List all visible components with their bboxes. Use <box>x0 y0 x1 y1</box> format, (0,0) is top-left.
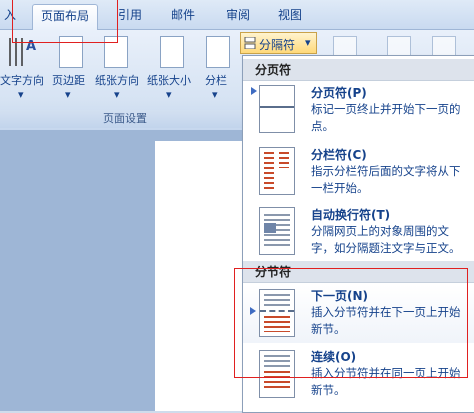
page-setup-group-label: 页面设置 <box>0 110 250 128</box>
column-break-title: 分栏符(C) <box>311 148 367 162</box>
page-break-desc: 标记一页终止并开始下一页的点。 <box>311 102 461 133</box>
text-wrapping-break-desc: 分隔网页上的对象周围的文字，如分隔题注文字与正文。 <box>311 224 461 255</box>
page-size-icon <box>160 36 184 68</box>
annotation-box-tab <box>12 0 118 43</box>
column-break-item[interactable]: 分栏符(C) 指示分栏符后面的文字将从下一栏开始。 <box>243 144 474 200</box>
page-size-button[interactable]: 纸张大小 <box>147 72 191 88</box>
breaks-icon <box>244 36 256 50</box>
text-direction-button[interactable]: 文字方向 <box>0 72 44 88</box>
text-wrapping-break-item[interactable]: 自动换行符(T) 分隔网页上的对象周围的文字，如分隔题注文字与正文。 <box>243 204 474 260</box>
chevron-down-icon: ▾ <box>114 88 120 101</box>
annotation-box-next-page <box>234 268 468 378</box>
chevron-down-icon: ▾ <box>65 88 71 101</box>
columns-icon <box>206 36 230 68</box>
page-breaks-header: 分页符 <box>243 59 474 81</box>
page-break-item[interactable]: 分页符(P) 标记一页终止并开始下一页的点。 <box>243 82 474 138</box>
margins-button[interactable]: 页边距 <box>52 72 85 88</box>
text-wrapping-break-title: 自动换行符(T) <box>311 208 391 222</box>
page-break-icon <box>259 85 295 133</box>
column-break-icon <box>259 147 295 195</box>
chevron-down-icon: ▾ <box>166 88 172 101</box>
breaks-button[interactable]: 分隔符 ▾ <box>240 32 317 54</box>
breaks-label: 分隔符 <box>259 38 296 52</box>
orientation-button[interactable]: 纸张方向 <box>95 72 139 88</box>
columns-button[interactable]: 分栏 <box>205 72 227 88</box>
column-break-desc: 指示分栏符后面的文字将从下一栏开始。 <box>311 164 461 195</box>
text-wrapping-break-icon <box>259 207 295 255</box>
page-break-title: 分页符(P) <box>311 86 367 100</box>
tab-review[interactable]: 审阅 <box>218 4 258 29</box>
chevron-down-icon: ▾ <box>305 36 311 49</box>
tab-view[interactable]: 视图 <box>270 4 310 29</box>
chevron-down-icon: ▾ <box>18 88 24 101</box>
chevron-down-icon: ▾ <box>212 88 218 101</box>
tab-mailings[interactable]: 邮件 <box>163 4 203 29</box>
